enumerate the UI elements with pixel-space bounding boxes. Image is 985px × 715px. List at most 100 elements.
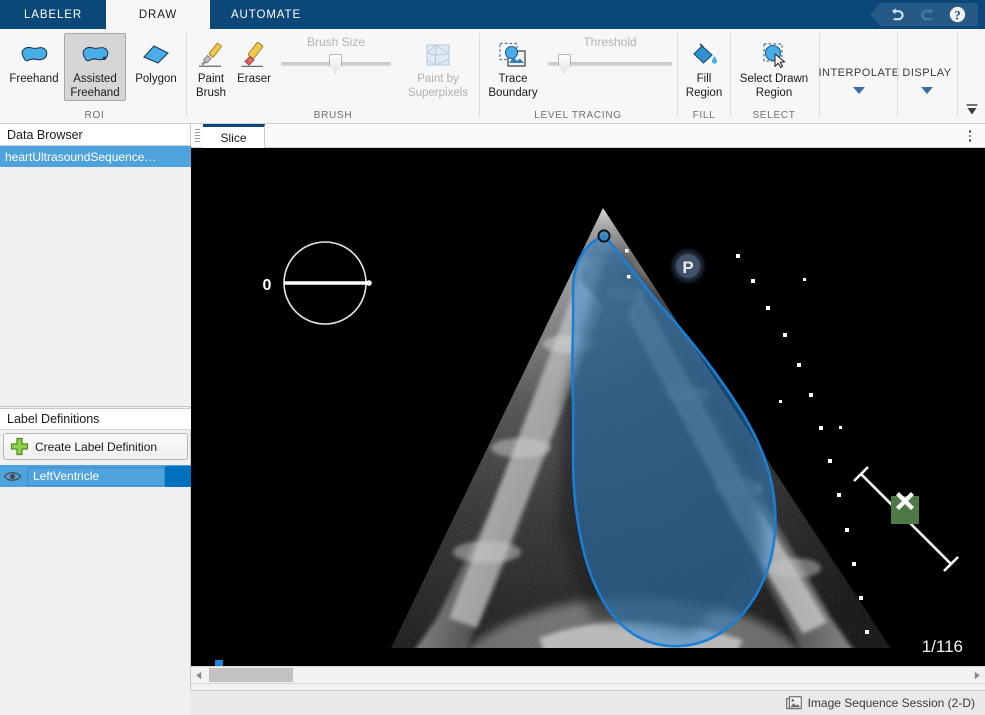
ribbon-separator-3 bbox=[677, 33, 678, 117]
display-dropdown[interactable]: DISPLAY bbox=[901, 33, 953, 94]
redo-button[interactable] bbox=[912, 3, 942, 26]
select-drawn-region-icon bbox=[758, 38, 790, 72]
session-type-label: Image Sequence Session (2-D) bbox=[808, 696, 975, 710]
tool-trace-boundary[interactable]: Trace Boundary bbox=[484, 33, 542, 101]
horizontal-scrollbar[interactable] bbox=[191, 666, 985, 683]
chevron-right-icon bbox=[972, 671, 981, 680]
visibility-eye-icon[interactable] bbox=[0, 470, 25, 483]
angle-label: 0 bbox=[263, 277, 272, 294]
eraser-icon bbox=[239, 38, 269, 72]
ribbon-tab-bar: LABELER DRAW AUTOMATE bbox=[0, 0, 985, 29]
plus-icon bbox=[10, 437, 29, 456]
tool-paint-brush[interactable]: Paint Brush bbox=[190, 33, 232, 101]
image-sequence-icon bbox=[786, 696, 802, 711]
freehand-icon bbox=[17, 38, 51, 72]
tool-eraser-label: Eraser bbox=[237, 73, 271, 87]
polygon-icon bbox=[139, 38, 173, 72]
ribbon-group-level-tracing-label: LEVEL TRACING bbox=[484, 110, 672, 121]
ribbon-group-roi-label: ROI bbox=[6, 110, 183, 121]
label-definitions-title: Label Definitions bbox=[7, 412, 99, 426]
data-browser-item-label: heartUltrasoundSequence… bbox=[5, 150, 156, 164]
label-definition-row-leftventricle[interactable]: LeftVentricle bbox=[0, 465, 191, 487]
kebab-dot-2 bbox=[969, 135, 972, 138]
ribbon-separator-2 bbox=[479, 33, 480, 117]
document-drag-grip[interactable] bbox=[195, 129, 200, 143]
tool-assisted-freehand[interactable]: Assisted Freehand bbox=[64, 33, 126, 101]
collapse-ribbon-button[interactable] bbox=[963, 101, 981, 119]
scroll-right-button[interactable] bbox=[968, 667, 985, 683]
interpolate-label: INTERPOLATE bbox=[818, 67, 899, 79]
chevron-down-icon[interactable] bbox=[853, 87, 865, 94]
ribbon-group-fill-label: FILL bbox=[682, 110, 726, 121]
collapse-ribbon-icon bbox=[964, 102, 980, 118]
tool-assisted-freehand-label: Assisted Freehand bbox=[70, 73, 119, 100]
paint-by-superpixels-icon bbox=[423, 38, 453, 72]
chevron-down-icon-display[interactable] bbox=[921, 87, 933, 94]
ribbon-toolbar: Freehand Assisted Freehand Polygon ROI bbox=[0, 29, 985, 124]
quick-access-toolbar: ? bbox=[870, 3, 978, 26]
interpolate-dropdown[interactable]: INTERPOLATE bbox=[823, 33, 895, 94]
kebab-dot-1 bbox=[969, 130, 972, 133]
tool-paint-brush-label: Paint Brush bbox=[196, 73, 226, 100]
help-icon: ? bbox=[948, 5, 967, 24]
tool-fill-region[interactable]: Fill Region bbox=[682, 33, 726, 101]
brush-size-slider[interactable]: Brush Size bbox=[281, 35, 391, 66]
scrollbar-thumb[interactable] bbox=[209, 668, 293, 682]
probe-marker: P bbox=[672, 250, 704, 282]
threshold-slider[interactable]: Threshold bbox=[548, 35, 672, 66]
label-color-swatch[interactable] bbox=[165, 466, 191, 487]
help-button[interactable]: ? bbox=[942, 3, 972, 26]
threshold-track[interactable] bbox=[548, 62, 672, 66]
image-canvas[interactable]: 0 P bbox=[191, 148, 985, 666]
tool-fill-region-label: Fill Region bbox=[686, 73, 722, 100]
tab-automate-label: AUTOMATE bbox=[231, 9, 301, 21]
probe-marker-label: P bbox=[682, 258, 693, 277]
undo-icon bbox=[889, 7, 906, 22]
document-area: Slice bbox=[191, 124, 985, 690]
ultrasound-frame: 0 P bbox=[191, 148, 985, 666]
tool-polygon-label: Polygon bbox=[135, 73, 177, 87]
tool-freehand[interactable]: Freehand bbox=[6, 33, 62, 88]
document-options-button[interactable] bbox=[963, 128, 977, 144]
create-label-definition-label: Create Label Definition bbox=[35, 440, 157, 454]
ribbon-separator-7 bbox=[957, 33, 958, 117]
tool-select-drawn-region-label: Select Drawn Region bbox=[740, 73, 808, 100]
tab-draw-label: DRAW bbox=[139, 9, 177, 21]
frame-strip[interactable] bbox=[191, 658, 985, 666]
create-label-definition-button[interactable]: Create Label Definition bbox=[3, 433, 188, 460]
tool-select-drawn-region[interactable]: Select Drawn Region bbox=[734, 33, 814, 101]
fill-region-icon bbox=[689, 38, 719, 72]
kebab-dot-3 bbox=[969, 139, 972, 142]
tool-polygon[interactable]: Polygon bbox=[129, 33, 183, 88]
tab-automate[interactable]: AUTOMATE bbox=[210, 0, 322, 29]
label-definitions-header: Label Definitions bbox=[0, 408, 191, 430]
image-labeler-window: LABELER DRAW AUTOMATE bbox=[0, 0, 985, 715]
document-tab-slice[interactable]: Slice bbox=[203, 124, 265, 148]
tool-eraser[interactable]: Eraser bbox=[232, 33, 276, 88]
tool-paint-by-superpixels[interactable]: Paint by Superpixels bbox=[400, 33, 476, 101]
threshold-thumb[interactable] bbox=[558, 54, 571, 73]
scroll-left-button[interactable] bbox=[191, 667, 208, 683]
trace-boundary-icon bbox=[497, 38, 529, 72]
list-item[interactable]: heartUltrasoundSequence… bbox=[0, 146, 191, 167]
undo-button[interactable] bbox=[882, 3, 912, 26]
brush-size-thumb[interactable] bbox=[329, 54, 342, 73]
frame-counter: 1/116 bbox=[922, 637, 963, 656]
data-browser-title: Data Browser bbox=[7, 128, 83, 142]
threshold-label: Threshold bbox=[548, 35, 672, 49]
document-tab-strip: Slice bbox=[191, 124, 985, 148]
brush-size-label: Brush Size bbox=[281, 35, 391, 49]
ribbon-group-select-label: SELECT bbox=[734, 110, 814, 121]
document-tab-slice-label: Slice bbox=[220, 131, 246, 145]
tab-draw[interactable]: DRAW bbox=[106, 0, 210, 29]
brush-size-track[interactable] bbox=[281, 62, 391, 66]
label-definition-name[interactable]: LeftVentricle bbox=[27, 467, 165, 486]
left-panel-column: Data Browser heartUltrasoundSequence… La… bbox=[0, 124, 191, 690]
document-footer-spacer bbox=[191, 683, 985, 690]
tab-labeler-label: LABELER bbox=[24, 9, 82, 21]
tool-freehand-label: Freehand bbox=[9, 73, 58, 87]
tab-labeler[interactable]: LABELER bbox=[0, 0, 106, 29]
svg-text:?: ? bbox=[954, 8, 960, 22]
data-browser-header: Data Browser bbox=[0, 124, 190, 146]
assisted-freehand-icon bbox=[78, 38, 112, 72]
